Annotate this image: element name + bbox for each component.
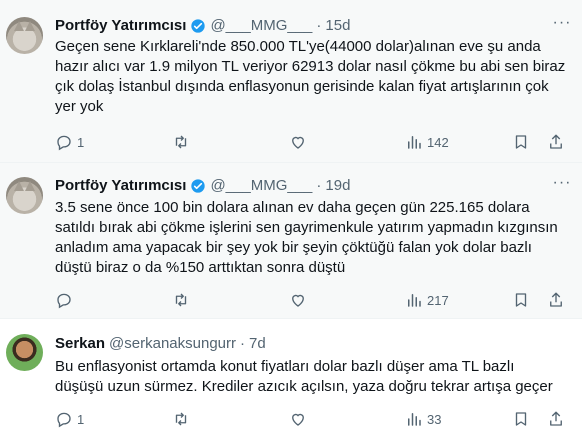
like-icon [292,136,304,149]
timestamp[interactable]: 15d [325,17,350,35]
share-button[interactable] [547,290,565,310]
action-bar: 217 [55,290,565,310]
share-button[interactable] [547,409,565,429]
author-handle[interactable]: @___MMG___ [210,17,312,35]
reply-count: 1 [77,411,85,427]
views-count: 142 [427,134,449,150]
bookmark-icon [515,135,527,149]
more-options-button[interactable]: ··· [552,15,572,36]
bookmark-button[interactable] [512,290,530,310]
views-icon [408,413,421,426]
author-handle[interactable]: @serkanaksungurr [109,335,236,353]
bookmark-icon [515,293,527,307]
reply-icon [57,135,71,151]
reply-button[interactable]: 1 [55,409,84,429]
share-icon [550,411,562,426]
author-name[interactable]: Portföy Yatırımcısı [55,177,186,195]
reply-icon [57,293,71,309]
author-name[interactable]: Serkan [55,335,105,353]
views-icon [408,294,421,307]
retweet-button[interactable] [172,290,190,310]
more-options-button[interactable]: ··· [552,175,572,196]
reply-button[interactable] [55,290,77,310]
timestamp[interactable]: 19d [325,177,350,195]
timestamp[interactable]: 7d [249,335,266,353]
views-icon [408,136,421,149]
tweet-header: Portföy Yatırımcısı @___MMG___ · 19d [55,177,350,195]
retweet-button[interactable] [172,409,190,429]
bookmark-button[interactable] [512,409,530,429]
views-button[interactable]: 217 [405,290,449,310]
retweet-icon [175,412,187,426]
avatar[interactable] [6,334,43,371]
views-button[interactable]: 33 [405,409,441,429]
author-name[interactable]: Portföy Yatırımcısı [55,17,186,35]
like-button[interactable] [289,409,307,429]
retweet-button[interactable] [172,132,190,152]
like-button[interactable] [289,132,307,152]
tweet-text: 3.5 sene önce 100 bin dolara alınan ev d… [55,199,558,276]
verified-icon [191,179,206,193]
avatar[interactable] [6,177,43,214]
action-bar: 1 142 [55,132,565,152]
author-handle[interactable]: @___MMG___ [210,177,312,195]
like-icon [292,294,304,307]
views-count: 217 [427,292,449,308]
retweet-icon [175,135,187,149]
tweet-header: Serkan @serkanaksungurr · 7d [55,335,266,353]
views-count: 33 [427,411,442,427]
reply-count: 1 [77,134,85,150]
bookmark-button[interactable] [512,132,530,152]
tweet-text: Bu enflasyonist ortamda konut fiyatları … [55,358,553,395]
tweet-text: Geçen sene Kırklareli'nde 850.000 TL'ye(… [55,38,566,115]
tweet-1[interactable]: Portföy Yatırımcısı @___MMG___ · 15d ···… [0,0,582,162]
tweet-header: Portföy Yatırımcısı @___MMG___ · 15d [55,17,350,35]
action-bar: 1 33 [55,409,565,429]
tweet-2[interactable]: Portföy Yatırımcısı @___MMG___ · 19d ···… [0,163,582,318]
reply-button[interactable]: 1 [55,132,84,152]
separator-dot: · [316,177,322,194]
separator-dot: · [240,335,245,352]
verified-icon [191,19,206,33]
like-icon [292,413,304,426]
avatar[interactable] [6,17,43,54]
share-icon [550,292,562,307]
like-button[interactable] [289,290,307,310]
share-icon [550,134,562,149]
views-button[interactable]: 142 [405,132,449,152]
share-button[interactable] [547,132,565,152]
bookmark-icon [515,412,527,426]
reply-icon [57,412,71,428]
retweet-icon [175,293,187,307]
tweet-3[interactable]: Serkan @serkanaksungurr · 7d Bu enflasyo… [0,319,582,443]
separator-dot: · [316,17,322,34]
